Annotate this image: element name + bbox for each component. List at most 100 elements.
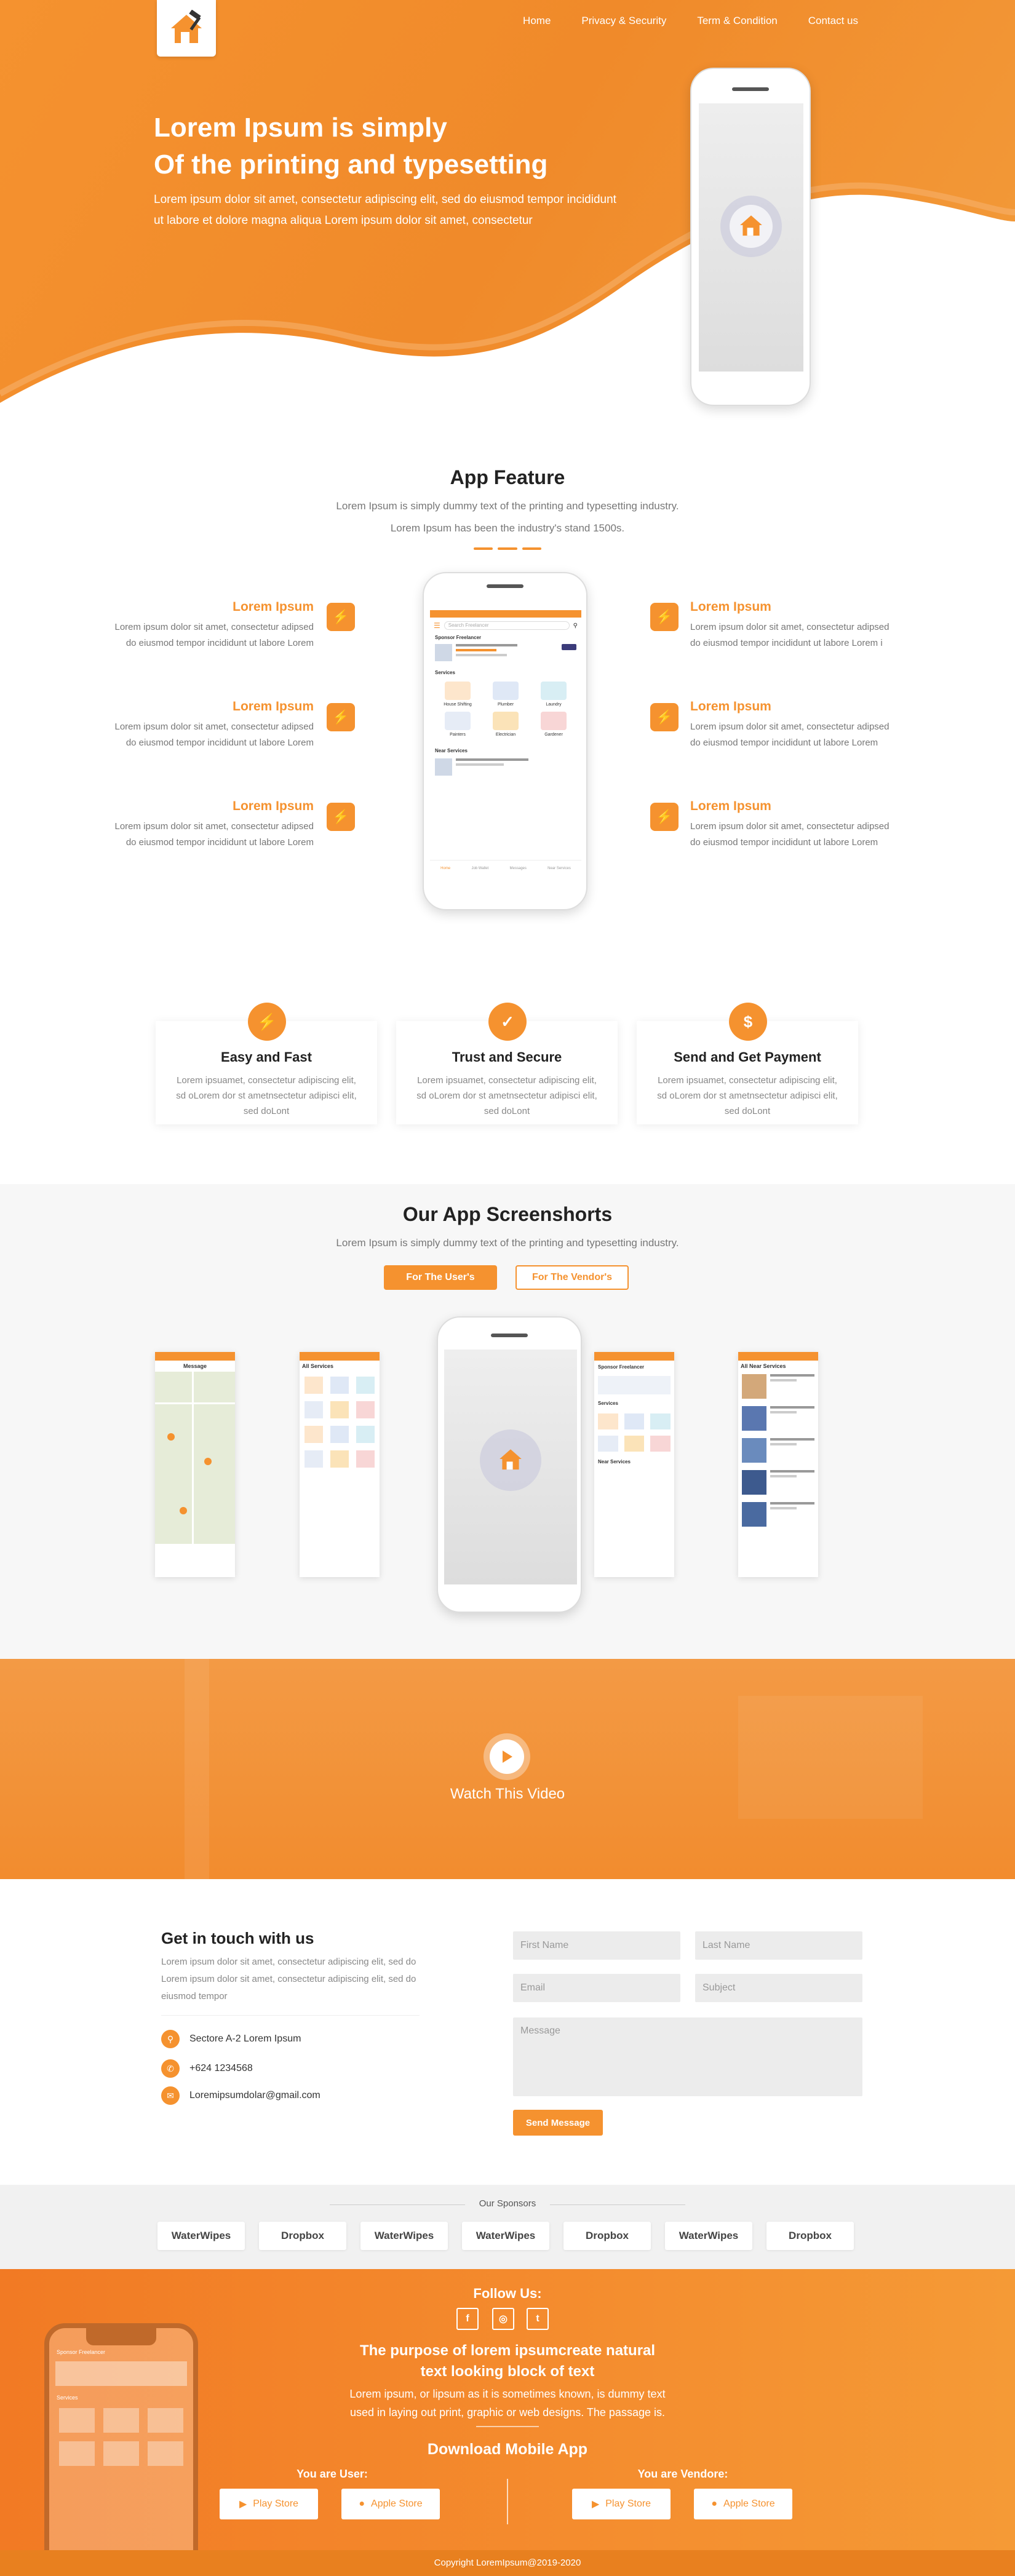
feature-phone: ☰ Search Freelancer ⚲ Sponsor Freelancer… [423,572,587,910]
feature-item: Lorem Ipsum Lorem ipsum dolor sit amet, c… [690,799,893,851]
benefit-text: Lorem ipsuamet, consectetur adipiscing e… [657,1075,838,1116]
benefit-title: Easy and Fast [221,1049,312,1065]
facebook-icon[interactable]: f [456,2308,479,2330]
user-play-store-button[interactable]: ▶ Play Store [220,2489,318,2519]
feature-subtitle-2: Lorem Ipsum has been the industry's stan… [390,522,625,534]
hero-text: Lorem ipsum dolor sit amet, consectetur … [154,193,616,227]
tab-job-wallet[interactable]: Job Wallet [471,867,488,870]
instagram-icon[interactable]: ◎ [492,2308,514,2330]
last-name-input[interactable]: Last Name [695,1931,862,1960]
phone-icon: ✆ [161,2059,180,2078]
screens-title: Our App Screenshorts [402,1203,613,1225]
sponsor-logo[interactable]: WaterWipes [360,2222,448,2250]
screen-sponsor-label: Sponsor Freelancer [598,1364,645,1370]
vendor-apple-store-button[interactable]: ● Apple Store [694,2489,792,2519]
sponsor-logo[interactable]: Dropbox [563,2222,651,2250]
service-tile[interactable]: Plumber [484,682,527,707]
email-text[interactable]: Loremipsumdolar@gmail.com [189,2090,320,2101]
feature-item: Lorem Ipsum Lorem ipsum dolor sit amet, c… [690,600,893,651]
phone-screen: ☰ Search Freelancer ⚲ Sponsor Freelancer… [430,610,581,876]
apple-store-label: Apple Store [723,2498,775,2509]
screen-services-label: Services [598,1401,618,1406]
app-logo-icon [740,215,762,236]
phone-speaker [732,87,769,91]
sponsor-logo[interactable]: Dropbox [259,2222,346,2250]
nav-terms[interactable]: Term & Condition [697,15,777,27]
service-tile[interactable]: Painters [436,712,479,737]
nav-contact[interactable]: Contact us [808,15,858,27]
location-icon: ⚲ [161,2030,180,2048]
hero-title-line2: Of the printing and typesetting [154,149,548,180]
download-label: Download Mobile App [427,2441,588,2458]
feature-item-title: Lorem Ipsum [233,600,314,614]
screen-all-near-title: All Near Services [741,1363,786,1369]
menu-icon: ☰ [434,621,440,630]
shield-icon: ✓ [488,1003,527,1041]
app-logo[interactable] [157,0,216,57]
feature-item-text: Lorem ipsum dolor sit amet, consectetur … [690,821,890,848]
screen-near-label: Near Services [598,1459,631,1465]
tab-home[interactable]: Home [440,867,450,870]
sponsor-logo[interactable]: WaterWipes [462,2222,549,2250]
feature-divider [474,547,541,550]
mail-icon: ✉ [161,2086,180,2105]
service-tile[interactable]: Electrician [484,712,527,737]
sponsors-label: Our Sponsors [479,2198,536,2209]
email-input[interactable]: Email [513,1974,680,2002]
twitter-icon[interactable]: t [527,2308,549,2330]
send-message-button[interactable]: Send Message [513,2110,603,2136]
hero-section: Home Privacy & Security Term & Condition… [0,0,1015,418]
tab-near-services[interactable]: Near Services [547,867,571,870]
screenshot-all-services: All Services [300,1352,380,1577]
play-icon [503,1751,512,1763]
sponsor-logo[interactable]: WaterWipes [665,2222,752,2250]
play-button[interactable] [484,1733,530,1780]
user-apple-store-button[interactable]: ● Apple Store [341,2489,440,2519]
feature-subtitle-1: Lorem Ipsum is simply dummy text of the … [336,500,679,512]
screenshots-phone [437,1316,582,1613]
nav-home[interactable]: Home [523,15,551,27]
feature-item-title: Lorem Ipsum [690,699,771,714]
feature-item: Lorem Ipsum Lorem ipsum dolor sit amet, c… [111,699,314,751]
subject-input[interactable]: Subject [695,1974,862,2002]
address-text: Sectore A-2 Lorem Ipsum [189,2033,301,2044]
feature-item-title: Lorem Ipsum [690,600,771,614]
tab-messages[interactable]: Messages [510,867,527,870]
for-users-button[interactable]: For The User's [384,1265,497,1290]
lightning-icon: ⚡ [327,803,355,831]
vendor-play-store-button[interactable]: ▶ Play Store [572,2489,671,2519]
feature-item-text: Lorem ipsum dolor sit amet, consectetur … [690,722,890,748]
for-vendors-button[interactable]: For The Vendor's [515,1265,629,1290]
contact-email: ✉ Loremipsumdolar@gmail.com [161,2086,320,2105]
contact-phone: ✆ +624 1234568 [161,2059,253,2078]
phone-text: +624 1234568 [189,2063,253,2073]
service-label: House Shifting [444,702,472,707]
vendor-label: You are Vendore: [637,2468,728,2480]
screenshot-home: Sponsor Freelancer Services Near Service… [594,1352,674,1577]
service-tile[interactable]: Laundry [532,682,575,707]
sponsor-logo[interactable]: WaterWipes [157,2222,245,2250]
sponsor-label: Sponsor Freelancer [435,635,482,640]
hero-title: Lorem Ipsum is simply Of the printing and… [154,109,646,183]
feature-item-text: Lorem ipsum dolor sit amet, consectetur … [114,622,314,648]
benefit-title: Trust and Secure [452,1049,562,1065]
hero-phone [690,68,811,406]
phone-screen [699,103,803,372]
map-view [155,1372,235,1544]
service-tile[interactable]: House Shifting [436,682,479,707]
first-name-input[interactable]: First Name [513,1931,680,1960]
near-services-label: Near Services [435,748,468,753]
benefit-card: $ Send and Get Payment Lorem ipsuamet, c… [637,1003,858,1124]
sponsor-logo[interactable]: Dropbox [766,2222,854,2250]
service-tile[interactable]: Gardener [532,712,575,737]
nav-privacy[interactable]: Privacy & Security [581,15,666,27]
contact-title: Get in touch with us [161,1929,314,1947]
screen-all-services-title: All Services [302,1363,334,1369]
phone-screen [444,1350,577,1584]
feature-item-text: Lorem ipsum dolor sit amet, consectetur … [114,821,314,848]
footer-desc-2: used in laying out print, graphic or web… [350,2406,665,2419]
footer-desc-1: Lorem ipsum, or lipsum as it is sometime… [349,2388,666,2400]
feature-item: Lorem Ipsum Lorem ipsum dolor sit amet, c… [690,699,893,751]
play-store-icon: ▶ [239,2499,247,2510]
message-textarea[interactable]: Message [513,2017,862,2096]
